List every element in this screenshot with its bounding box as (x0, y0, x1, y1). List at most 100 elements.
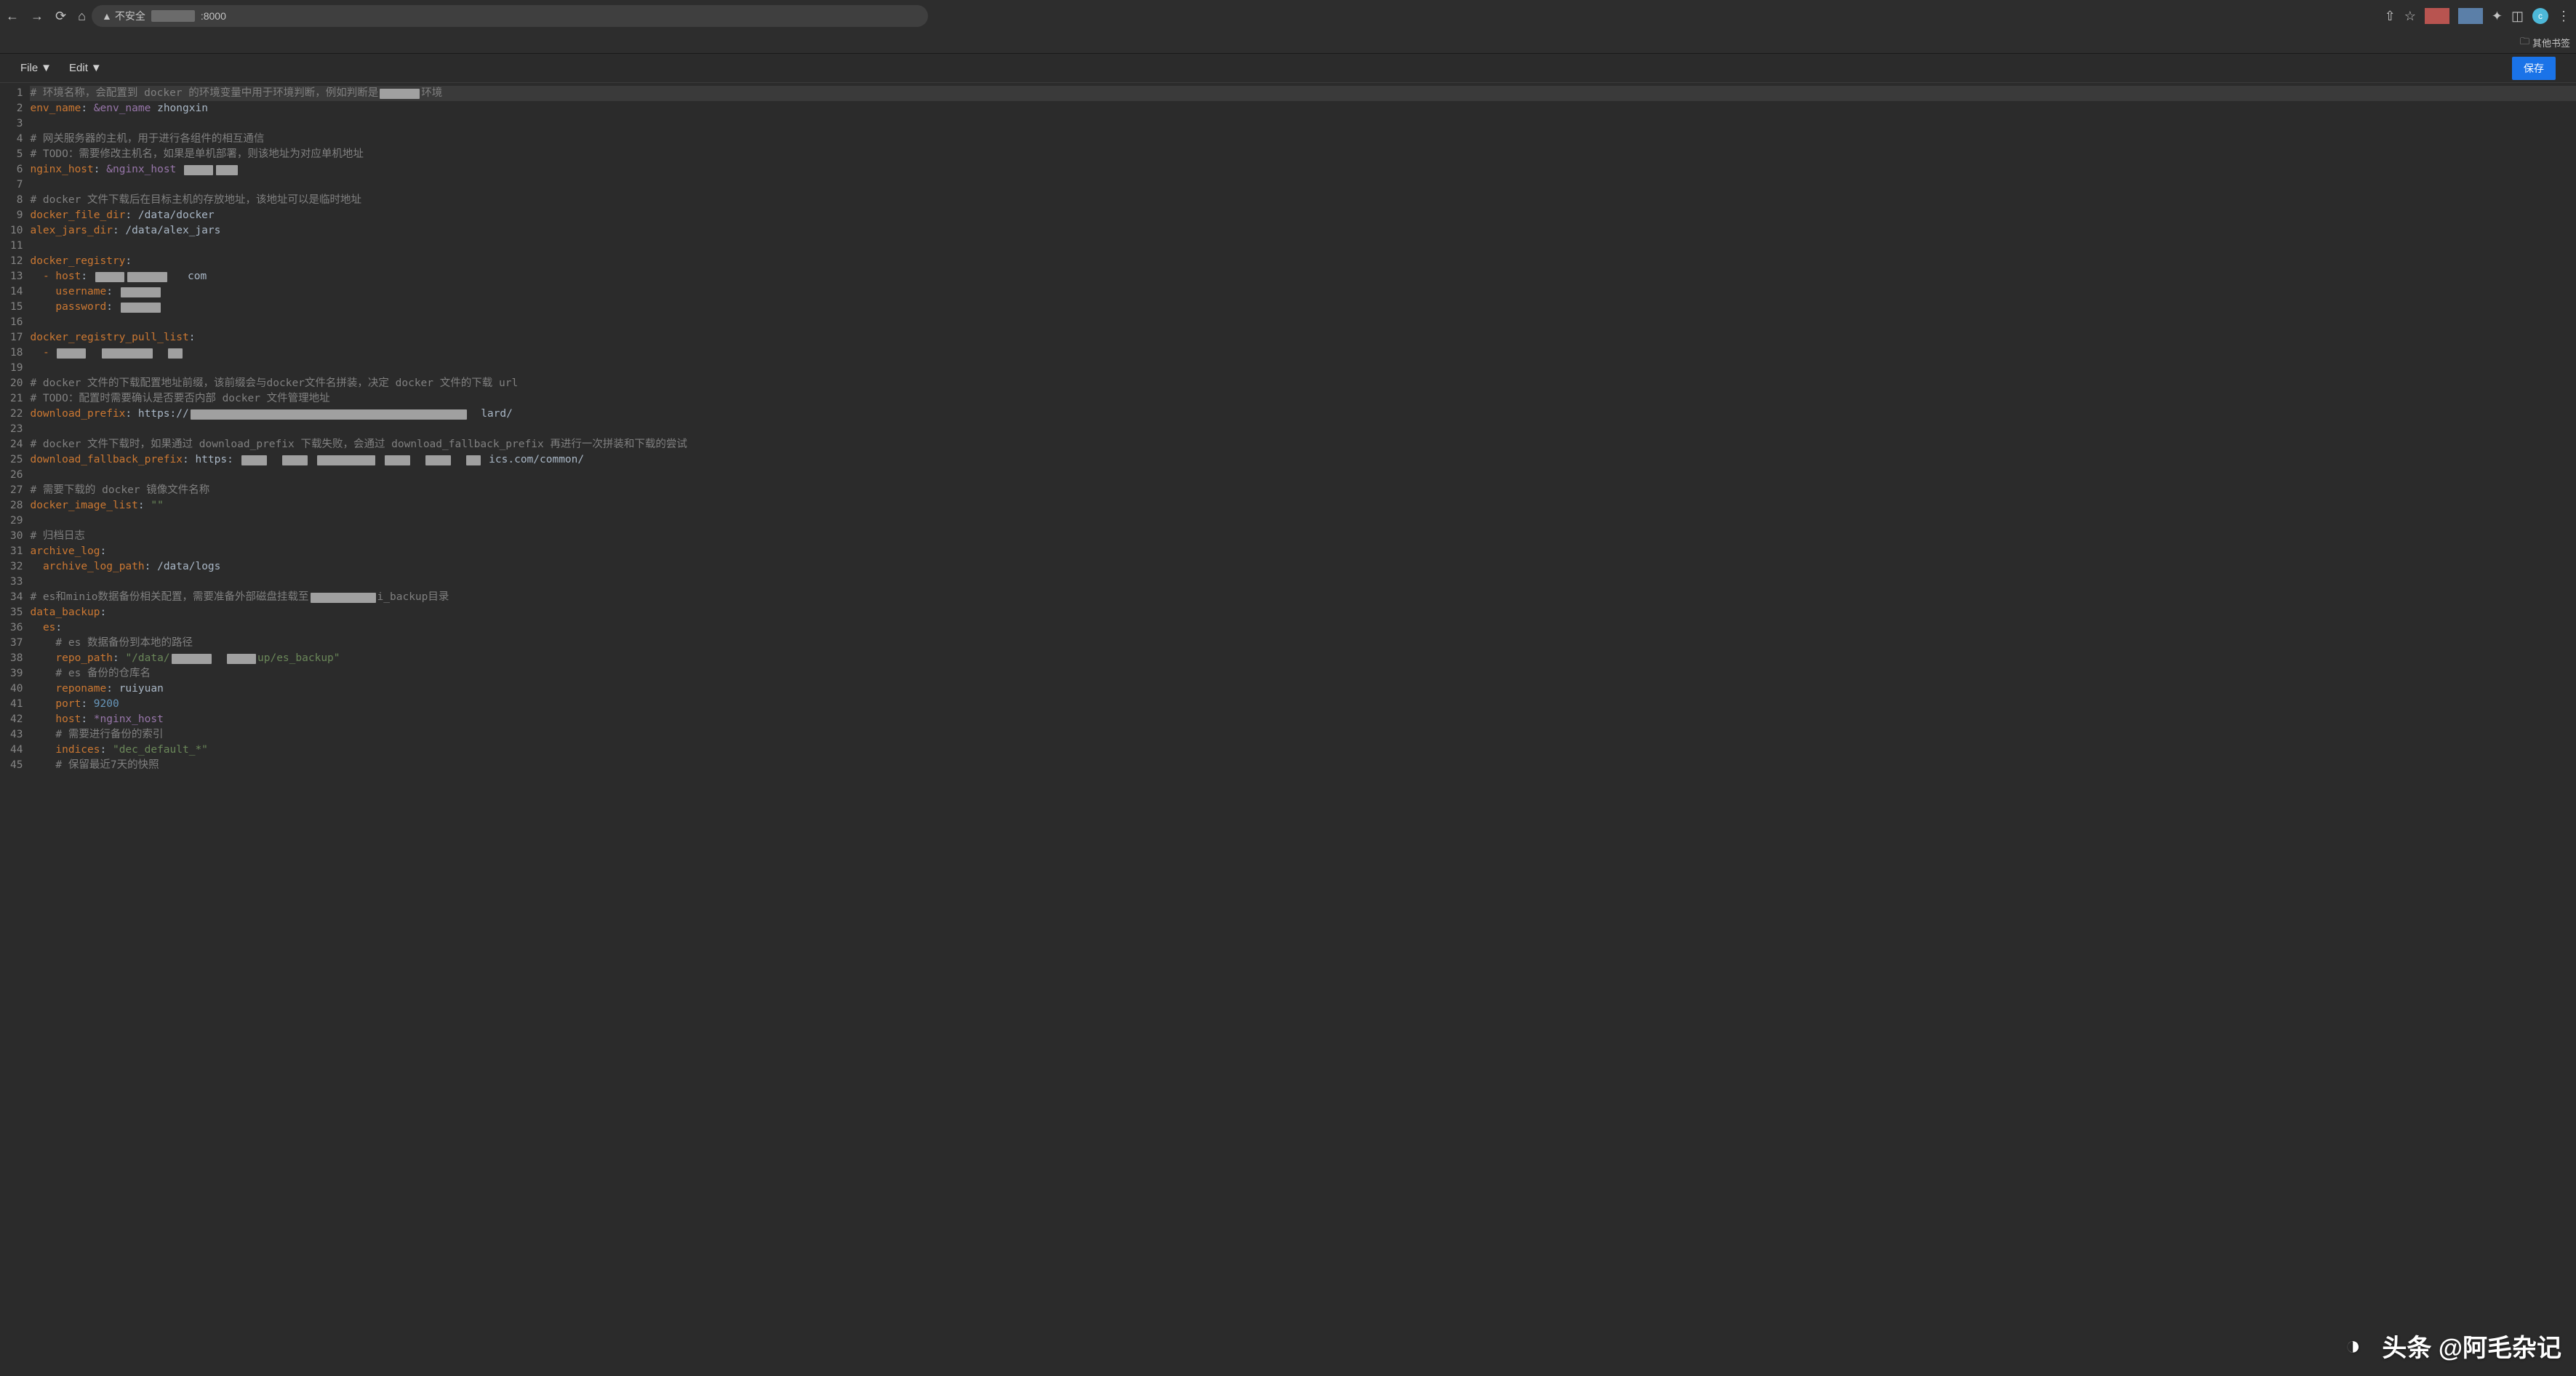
code-line[interactable]: # 环境名称，会配置到 docker 的环境变量中用于环境判断，例如判断是环境 (30, 86, 2576, 101)
extensions-icon[interactable]: ✦ (2492, 9, 2503, 24)
redacted-text (172, 654, 212, 664)
code-token: : (125, 254, 132, 269)
code-line[interactable]: nginx_host: &nginx_host (30, 162, 2576, 177)
code-token: 环境 (421, 86, 442, 101)
code-line[interactable]: env_name: &env_name zhongxin (30, 101, 2576, 116)
code-line[interactable]: docker_registry_pull_list: (30, 330, 2576, 345)
code-token: : (100, 605, 107, 620)
code-line[interactable]: # 需要下载的 docker 镜像文件名称 (30, 483, 2576, 498)
code-token: : (81, 712, 93, 727)
extension-2[interactable] (2458, 8, 2483, 24)
back-icon[interactable]: ← (6, 9, 19, 24)
code-line[interactable] (30, 177, 2576, 193)
code-line[interactable]: archive_log_path: /data/logs (30, 559, 2576, 575)
code-line[interactable]: # 归档日志 (30, 529, 2576, 544)
code-line[interactable]: - (30, 345, 2576, 361)
line-number: 38 (10, 651, 23, 666)
line-number: 5 (10, 147, 23, 162)
code-line[interactable] (30, 239, 2576, 254)
profile-avatar[interactable]: c (2532, 8, 2548, 24)
code-line[interactable]: indices: "dec_default_*" (30, 743, 2576, 758)
share-icon[interactable]: ⇧ (2385, 9, 2396, 24)
code-line[interactable]: reponame: ruiyuan (30, 681, 2576, 697)
code-line[interactable]: # es和minio数据备份相关配置，需要准备外部磁盘挂载至i_backup目录 (30, 590, 2576, 605)
save-button[interactable]: 保存 (2512, 57, 2556, 80)
code-token: nginx_host (30, 162, 93, 177)
menu-icon[interactable]: ⋮ (2557, 9, 2570, 24)
sidepanel-icon[interactable]: ◫ (2511, 9, 2524, 24)
code-line[interactable] (30, 575, 2576, 590)
code-line[interactable]: archive_log: (30, 544, 2576, 559)
code-token (30, 758, 55, 773)
code-line[interactable]: docker_image_list: "" (30, 498, 2576, 513)
code-token (268, 452, 281, 468)
code-line[interactable] (30, 315, 2576, 330)
code-token: # 网关服务器的主机，用于进行各组件的相互通信 (30, 132, 264, 147)
redacted-text (57, 348, 86, 359)
code-line[interactable]: # es 数据备份到本地的路径 (30, 636, 2576, 651)
code-line[interactable]: docker_file_dir: /data/docker (30, 208, 2576, 223)
code-line[interactable] (30, 361, 2576, 376)
home-icon[interactable]: ⌂ (78, 9, 86, 24)
code-line[interactable]: # 网关服务器的主机，用于进行各组件的相互通信 (30, 132, 2576, 147)
file-menu[interactable]: File ▼ (20, 62, 52, 74)
code-token: : (138, 498, 151, 513)
code-content[interactable]: # 环境名称，会配置到 docker 的环境变量中用于环境判断，例如判断是环境e… (30, 83, 2576, 1376)
code-token (412, 452, 424, 468)
code-token: &env_name (94, 101, 151, 116)
code-line[interactable] (30, 422, 2576, 437)
other-bookmarks[interactable]: 🗀 其他书签 (2520, 35, 2570, 51)
code-token: docker_registry_pull_list (30, 330, 188, 345)
insecure-badge: ▲ 不安全 (102, 9, 145, 23)
code-line[interactable]: # TODO：需要修改主机名，如果是单机部署，则该地址为对应单机地址 (30, 147, 2576, 162)
line-number: 8 (10, 193, 23, 208)
reload-icon[interactable]: ⟳ (55, 9, 66, 24)
code-token: # es 备份的仓库名 (55, 666, 151, 681)
code-token (452, 452, 465, 468)
line-number: 15 (10, 300, 23, 315)
redacted-host (151, 10, 195, 22)
redacted-text (184, 165, 213, 175)
code-token: password (55, 300, 106, 315)
line-number: 41 (10, 697, 23, 712)
line-number: 11 (10, 239, 23, 254)
redacted-text (241, 455, 267, 465)
code-line[interactable]: # docker 文件下载时，如果通过 download_prefix 下载失败… (30, 437, 2576, 452)
code-line[interactable]: alex_jars_dir: /data/alex_jars (30, 223, 2576, 239)
code-line[interactable]: port: 9200 (30, 697, 2576, 712)
code-line[interactable]: es: (30, 620, 2576, 636)
code-line[interactable]: host: *nginx_host (30, 712, 2576, 727)
code-token: &nginx_host (106, 162, 176, 177)
code-line[interactable]: # TODO：配置时需要确认是否要否内部 docker 文件管理地址 (30, 391, 2576, 407)
code-line[interactable]: # es 备份的仓库名 (30, 666, 2576, 681)
code-line[interactable]: # docker 文件下载后在目标主机的存放地址，该地址可以是临时地址 (30, 193, 2576, 208)
line-number: 32 (10, 559, 23, 575)
code-line[interactable]: # 保留最近7天的快照 (30, 758, 2576, 773)
code-line[interactable]: repo_path: "/data/ up/es_backup" (30, 651, 2576, 666)
line-number: 39 (10, 666, 23, 681)
code-line[interactable]: username: (30, 284, 2576, 300)
code-line[interactable]: password: (30, 300, 2576, 315)
line-number: 36 (10, 620, 23, 636)
address-bar[interactable]: ▲ 不安全 :8000 (92, 5, 928, 27)
line-number: 6 (10, 162, 23, 177)
edit-menu[interactable]: Edit ▼ (69, 62, 102, 74)
forward-icon[interactable]: → (31, 9, 44, 24)
code-line[interactable]: docker_registry: (30, 254, 2576, 269)
code-line[interactable]: # docker 文件的下载配置地址前缀，该前缀会与docker文件名拼装，决定… (30, 376, 2576, 391)
code-editor[interactable]: 1234567891011121314151617181920212223242… (0, 83, 2576, 1376)
code-line[interactable]: data_backup: (30, 605, 2576, 620)
code-line[interactable] (30, 513, 2576, 529)
code-token: indices (55, 743, 100, 758)
code-line[interactable] (30, 116, 2576, 132)
extension-1[interactable] (2425, 8, 2449, 24)
code-line[interactable]: download_fallback_prefix: https: ics.com… (30, 452, 2576, 468)
bookmark-icon[interactable]: ☆ (2404, 9, 2416, 24)
code-line[interactable]: - host: com (30, 269, 2576, 284)
code-line[interactable]: # 需要进行备份的索引 (30, 727, 2576, 743)
editor-toolbar: File ▼ Edit ▼ 保存 (0, 54, 2576, 83)
line-number: 45 (10, 758, 23, 773)
code-token: : (106, 284, 119, 300)
code-line[interactable] (30, 468, 2576, 483)
code-line[interactable]: download_prefix: https:// lard/ (30, 407, 2576, 422)
